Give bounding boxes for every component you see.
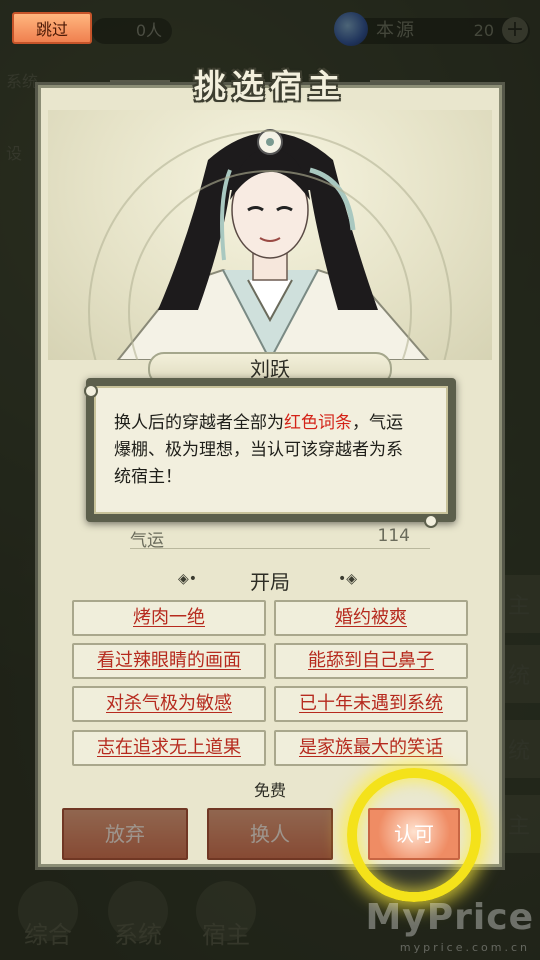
tooltip-corner-ornament	[84, 384, 98, 398]
trait-item[interactable]: 志在追求无上道果	[72, 730, 266, 766]
host-portrait	[48, 110, 492, 360]
trait-item[interactable]: 对杀气极为敏感	[72, 686, 266, 722]
luck-value: 114	[377, 526, 410, 546]
watermark-url: myprice.com.cn	[399, 941, 530, 954]
tooltip-text: 换人后的穿越者全部为红色词条，气运爆棚、极为理想，当认可该穿越者为系统宿主！	[114, 413, 403, 487]
confirm-button[interactable]: 认可	[368, 808, 460, 860]
dialog-title: 挑选宿主	[193, 67, 346, 105]
dialog-title-bar: 挑选宿主	[110, 58, 430, 110]
title-right-ornament	[370, 80, 430, 82]
watermark-logo: MyPrice	[365, 897, 534, 938]
luck-row: 气运 114	[130, 526, 430, 551]
start-heading: 开局	[250, 570, 290, 594]
trait-item[interactable]: 已十年未遇到系统	[274, 686, 468, 722]
tutorial-tooltip: 换人后的穿越者全部为红色词条，气运爆棚、极为理想，当认可该穿越者为系统宿主！	[84, 378, 456, 528]
abandon-button[interactable]: 放弃	[62, 808, 188, 860]
trait-item[interactable]: 看过辣眼睛的画面	[72, 643, 266, 679]
tooltip-highlight-text: 红色词条	[284, 413, 352, 433]
trait-item[interactable]: 是家族最大的笑话	[274, 730, 468, 766]
trait-item[interactable]: 婚约被爽	[274, 600, 468, 636]
luck-label: 气运	[130, 531, 164, 551]
title-left-ornament	[110, 80, 170, 82]
trait-item[interactable]: 烤肉一绝	[72, 600, 266, 636]
diamond-right-icon: •◈	[338, 571, 358, 587]
skip-button[interactable]: 跳过	[12, 12, 92, 44]
tooltip-corner-ornament	[424, 514, 438, 528]
trait-item[interactable]: 能舔到自己鼻子	[274, 643, 468, 679]
swap-button[interactable]: 换人	[207, 808, 333, 860]
